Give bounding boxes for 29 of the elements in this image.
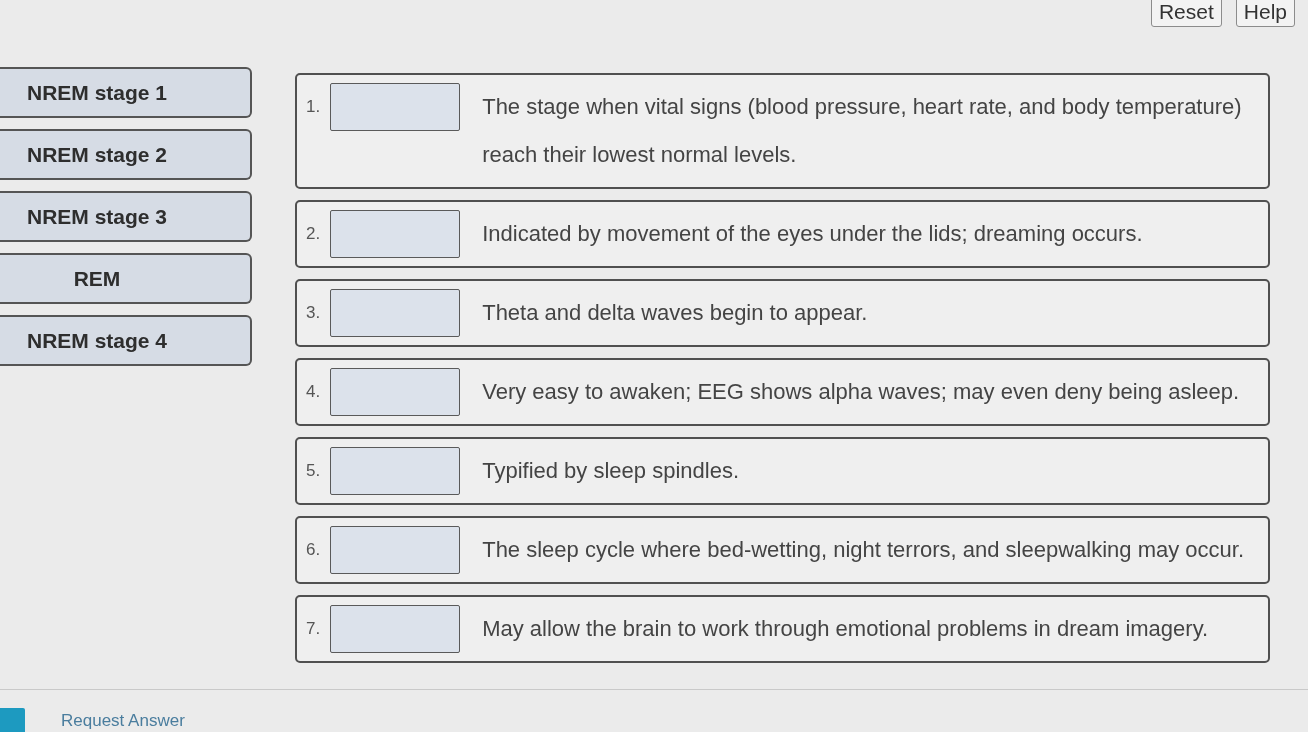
draggable-term[interactable]: NREM stage 1: [0, 67, 252, 118]
reset-button[interactable]: Reset: [1150, 0, 1222, 27]
description-text: May allow the brain to work through emotional problems in dream imagery.: [482, 615, 1210, 643]
item-number: 7.: [306, 618, 321, 640]
drop-field[interactable]: [330, 526, 461, 574]
drop-field[interactable]: [330, 289, 461, 337]
draggable-term[interactable]: NREM stage 4: [0, 315, 252, 366]
draggable-term[interactable]: REM: [0, 253, 252, 304]
request-answer-link[interactable]: Request Answer: [61, 711, 185, 731]
item-number: 1.: [306, 96, 321, 118]
help-button[interactable]: Help: [1235, 0, 1295, 27]
drop-field[interactable]: [330, 83, 461, 131]
drop-field[interactable]: [330, 447, 461, 495]
drop-field[interactable]: [330, 210, 461, 258]
description-text: Very easy to awaken; EEG shows alpha waves; may even deny being asleep.: [482, 378, 1241, 406]
drop-field[interactable]: [330, 368, 461, 416]
description-text: Typified by sleep spindles.: [482, 457, 740, 485]
draggable-term[interactable]: NREM stage 3: [0, 191, 252, 242]
drop-field[interactable]: [330, 605, 461, 653]
description-text: Indicated by movement of the eyes under the lids; dreaming occurs.: [482, 220, 1144, 248]
item-number: 2.: [306, 223, 321, 245]
item-number: 3.: [306, 302, 321, 324]
draggable-term[interactable]: NREM stage 2: [0, 129, 252, 180]
description-text: Theta and delta waves begin to appear.: [482, 299, 869, 327]
item-number: 6.: [306, 539, 321, 561]
description-text: The stage when vital signs (blood pressure, heart rate, and body temperature) reach their lowest normal levels.: [482, 93, 1243, 169]
description-text: The sleep cycle where bed-wetting, night terrors, and sleepwalking may occur.: [482, 536, 1245, 564]
item-number: 4.: [306, 381, 321, 403]
item-number: 5.: [306, 460, 321, 482]
